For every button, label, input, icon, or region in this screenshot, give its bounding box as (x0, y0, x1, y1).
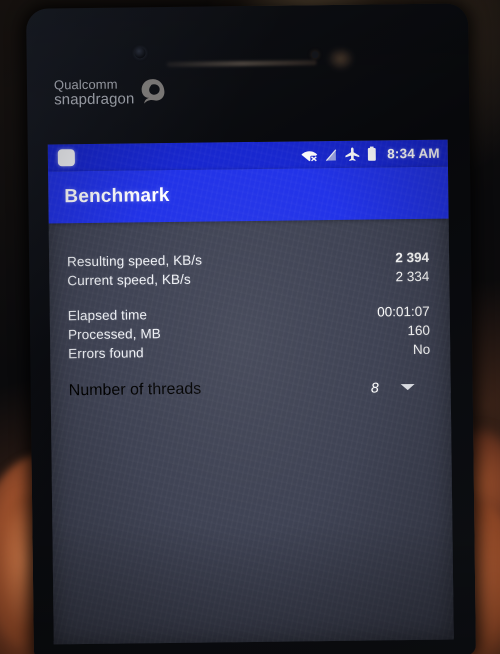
elapsed-time-value: 00:01:07 (377, 303, 430, 320)
threads-spinner[interactable]: 8 (371, 379, 431, 396)
blank-notification-icon[interactable] (57, 149, 75, 167)
phone-screen: 8:34 AM Benchmark Resulting speed, KB/s … (47, 139, 454, 645)
lens-flare (326, 46, 355, 72)
speed-group: Resulting speed, KB/s 2 394 Current spee… (67, 249, 429, 291)
errors-found-value: No (412, 341, 431, 358)
phone-device: Qualcomm snapdragon 8:34 AM Benchmark Re… (26, 3, 476, 654)
signal-off-icon (326, 148, 337, 161)
front-camera-icon (134, 47, 146, 59)
status-bar-clock: 8:34 AM (387, 145, 440, 162)
processed-mb-value: 160 (407, 322, 431, 339)
resulting-speed-label: Resulting speed, KB/s (67, 252, 203, 270)
airplane-mode-icon (345, 147, 360, 161)
snapdragon-dragon-icon (141, 79, 165, 104)
threads-setting-row[interactable]: Number of threads 8 (69, 376, 431, 400)
battery-icon (368, 146, 377, 161)
proximity-sensor-icon (311, 51, 319, 59)
table-row: Current speed, KB/s 2 334 (67, 268, 429, 291)
app-bar: Benchmark (48, 166, 449, 224)
page-title: Benchmark (64, 184, 170, 208)
brand-text: Qualcomm snapdragon (54, 77, 135, 109)
resulting-speed-value: 2 394 (395, 249, 430, 266)
progress-group: Elapsed time 00:01:07 Processed, MB 160 … (68, 303, 431, 364)
errors-found-label: Errors found (68, 345, 144, 362)
number-of-threads-label: Number of threads (68, 380, 202, 400)
system-status-icons: 8:34 AM (301, 146, 440, 163)
wifi-off-icon (301, 150, 318, 162)
earpiece-speaker (166, 60, 317, 68)
chevron-down-icon[interactable] (400, 384, 415, 391)
table-row: Errors found No (68, 341, 430, 364)
brand-line-2: snapdragon (54, 90, 135, 109)
threads-value: 8 (370, 379, 379, 396)
elapsed-time-label: Elapsed time (67, 307, 148, 324)
benchmark-results-panel: Resulting speed, KB/s 2 394 Current spee… (49, 219, 451, 401)
processed-mb-label: Processed, MB (67, 326, 161, 343)
current-speed-value: 2 334 (395, 268, 430, 285)
snapdragon-branding: Qualcomm snapdragon (54, 77, 167, 108)
current-speed-label: Current speed, KB/s (67, 271, 191, 289)
